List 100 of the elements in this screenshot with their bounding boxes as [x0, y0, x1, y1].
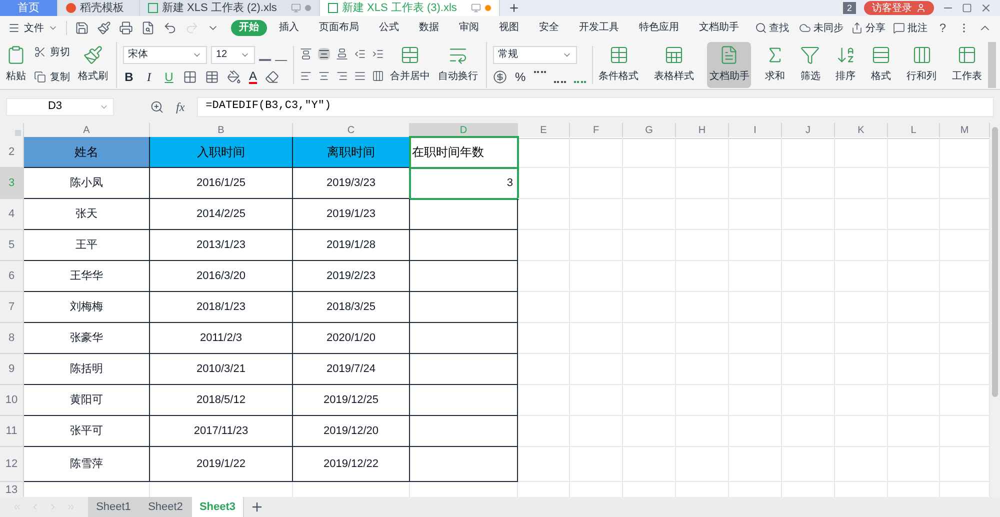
preview-icon[interactable]: [141, 21, 155, 35]
indent-decrease-icon[interactable]: [354, 48, 366, 60]
document-tab[interactable]: 新建 XLS 工作表 (2).xls: [140, 0, 320, 16]
column-header[interactable]: F: [570, 123, 623, 139]
format-painter-button[interactable]: 格式刷: [76, 42, 110, 88]
menu-tab[interactable]: 页面布局: [311, 20, 367, 36]
toolbar-action[interactable]: 批注: [893, 20, 928, 36]
undo-icon[interactable]: [163, 21, 177, 35]
row-header[interactable]: 11: [0, 416, 24, 447]
column-header[interactable]: H: [676, 123, 729, 139]
row-header[interactable]: 4: [0, 199, 24, 230]
font-style-button[interactable]: I: [143, 70, 155, 82]
table-cell: [518, 137, 570, 168]
table-cell: [729, 230, 782, 261]
font-size-dropdown[interactable]: 12: [211, 46, 255, 64]
wrap-text-button[interactable]: 自动换行: [436, 42, 480, 88]
table-cell: [888, 230, 940, 261]
row-header[interactable]: 2: [0, 137, 24, 168]
table-cell: [518, 261, 570, 292]
column-header[interactable]: K: [835, 123, 888, 139]
align-top-icon[interactable]: [300, 48, 312, 60]
align-middle-icon[interactable]: [318, 48, 330, 60]
login-button[interactable]: 访客登录: [864, 1, 934, 15]
column-header[interactable]: L: [888, 123, 940, 139]
ribbon-button[interactable]: 求和: [762, 42, 787, 88]
zoom-icon[interactable]: [150, 100, 164, 114]
column-header[interactable]: I: [729, 123, 782, 139]
cell-style-icon[interactable]: [205, 70, 219, 84]
distribute-icon[interactable]: [372, 70, 384, 82]
eraser-icon[interactable]: [265, 70, 280, 84]
currency-icon[interactable]: [493, 70, 507, 84]
document-tab[interactable]: 稻壳模板: [58, 0, 140, 16]
font-color-button[interactable]: A: [249, 70, 258, 84]
menu-tab[interactable]: 审阅: [451, 20, 487, 36]
menu-tab[interactable]: 视图: [491, 20, 527, 36]
name-box[interactable]: D3: [6, 98, 114, 116]
justify-icon[interactable]: [354, 70, 366, 82]
ribbon-button[interactable]: 文档助手: [707, 42, 752, 88]
ribbon-button[interactable]: 工作表: [950, 42, 984, 88]
menu-tab[interactable]: 文档助手: [691, 20, 747, 36]
ribbon-button[interactable]: 行和列: [904, 42, 939, 88]
new-tab-icon[interactable]: [508, 2, 520, 14]
row-header[interactable]: 12: [0, 447, 24, 482]
function-button[interactable]: fx: [176, 98, 185, 116]
table-cell: [518, 292, 570, 323]
row-header[interactable]: 10: [0, 385, 24, 416]
toolbar-action[interactable]: 分享: [851, 20, 886, 36]
percent-button[interactable]: %: [515, 70, 526, 82]
print-icon[interactable]: [119, 21, 133, 35]
align-center-icon[interactable]: [318, 70, 330, 82]
copy-button[interactable]: 复制: [34, 70, 70, 84]
row-header[interactable]: 7: [0, 292, 24, 323]
vertical-scrollbar[interactable]: [990, 123, 1000, 497]
sheet-tab[interactable]: Sheet2: [140, 497, 192, 517]
row-header[interactable]: 5: [0, 230, 24, 261]
menu-tab[interactable]: 开发工具: [571, 20, 627, 36]
paste-button[interactable]: 粘贴: [4, 42, 28, 88]
number-format-dropdown[interactable]: 常规: [493, 46, 577, 64]
menu-tab[interactable]: 数据: [411, 20, 447, 36]
window-count-badge[interactable]: 2: [842, 2, 856, 14]
brush-icon[interactable]: [97, 21, 111, 35]
row-header[interactable]: 9: [0, 354, 24, 385]
menu-tab[interactable]: 特色应用: [631, 20, 687, 36]
search-button[interactable]: 查找: [751, 20, 793, 36]
merge-center-button[interactable]: 合并居中: [388, 42, 432, 88]
align-right-icon[interactable]: [336, 70, 348, 82]
add-sheet-icon[interactable]: [250, 500, 264, 514]
menu-tab[interactable]: 插入: [271, 20, 307, 36]
help-button[interactable]: ?: [935, 19, 950, 37]
font-style-button[interactable]: B: [123, 70, 135, 82]
ribbon-button[interactable]: 筛选: [798, 42, 822, 88]
formula-field[interactable]: =DATEDIF(B3,C3,"Y"): [196, 96, 994, 116]
table-cell: 2018/5/12: [150, 385, 293, 416]
menu-tab[interactable]: 公式: [371, 20, 407, 36]
font-name-dropdown[interactable]: 宋体: [123, 46, 207, 64]
file-menu[interactable]: 文件: [8, 20, 62, 36]
column-header[interactable]: G: [623, 123, 676, 139]
table-cell: 张豪华: [24, 323, 150, 354]
fill-color-icon[interactable]: [227, 70, 241, 84]
align-left-icon[interactable]: [300, 70, 312, 82]
sheet-file-icon: [328, 3, 338, 13]
ribbon-button[interactable]: 表格样式: [652, 42, 696, 88]
row-header[interactable]: 8: [0, 323, 24, 354]
row-header[interactable]: 6: [0, 261, 24, 292]
ribbon-button[interactable]: 排序: [834, 42, 858, 88]
column-header[interactable]: J: [782, 123, 835, 139]
toolbar-action[interactable]: 未同步: [799, 20, 844, 36]
restore-icon[interactable]: [962, 3, 972, 13]
ribbon-button[interactable]: 格式: [869, 42, 894, 88]
cut-button[interactable]: 剪切: [34, 44, 70, 60]
borders-icon[interactable]: [183, 70, 197, 84]
sheet-tab[interactable]: Sheet1: [88, 497, 140, 517]
ribbon-button[interactable]: 条件格式: [596, 42, 641, 88]
table-cell: [623, 292, 676, 323]
save-icon[interactable]: [75, 21, 89, 35]
table-cell: [570, 292, 623, 323]
indent-increase-icon[interactable]: [372, 48, 384, 60]
menu-tab[interactable]: 安全: [531, 20, 567, 36]
close-icon[interactable]: [980, 2, 992, 14]
align-bottom-icon[interactable]: [336, 48, 348, 60]
